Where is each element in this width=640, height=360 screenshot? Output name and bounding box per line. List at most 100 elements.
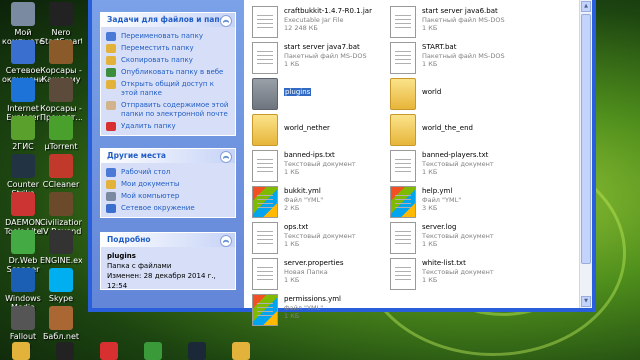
file-item[interactable]: permissions.yml Файл "YML" 1 КБ — [252, 292, 402, 328]
file-name: world — [422, 88, 442, 96]
desktop-shortcut[interactable]: ENGINE.exe — [40, 230, 82, 265]
task-link[interactable]: Переместить папку — [101, 42, 235, 54]
file-item[interactable]: server.log Текстовый документ 1 КБ — [390, 220, 540, 256]
task-label: Удалить папку — [121, 122, 176, 130]
file-type: Новая Папка — [284, 268, 328, 276]
file-tasks-header[interactable]: Задачи для файлов и папок ︽ — [101, 13, 235, 27]
shortcut-icon — [49, 192, 73, 216]
task-link[interactable]: Переименовать папку — [101, 30, 235, 42]
scroll-thumb[interactable] — [581, 14, 591, 264]
task-link[interactable]: Мои документы — [101, 178, 235, 190]
shortcut-icon — [49, 268, 73, 292]
file-size: 1 КБ — [422, 276, 438, 284]
chrome-icon[interactable] — [144, 342, 162, 360]
shortcut-icon — [11, 268, 35, 292]
task-link[interactable]: Рабочий стол — [101, 166, 235, 178]
shortcut-label: ENGINE.exe — [40, 256, 82, 265]
shortcut-icon — [11, 192, 35, 216]
documents-icon — [106, 180, 116, 189]
file-type: Текстовый документ — [422, 160, 494, 168]
folder-icon — [390, 114, 416, 146]
shortcut-icon — [11, 2, 35, 26]
desktop-shortcut[interactable]: Skype — [40, 268, 82, 303]
other-places-title: Другие места — [107, 151, 166, 160]
shortcut-icon — [49, 78, 73, 102]
file-item[interactable]: START.bat Пакетный файл MS-DOS 1 КБ — [390, 40, 540, 76]
desktop-shortcut[interactable]: 2ГИС — [2, 116, 44, 151]
other-places-header[interactable]: Другие места ︽ — [101, 149, 235, 163]
task-label: Переместить папку — [121, 44, 194, 52]
task-label: Скопировать папку — [121, 56, 193, 64]
desktop-shortcut[interactable]: Бабл.net — [40, 306, 82, 341]
details-title: Подробно — [107, 235, 151, 244]
other-places-panel: Другие места ︽ Рабочий стол Мои документы… — [100, 148, 236, 218]
desktop-shortcut[interactable]: CCleaner — [40, 154, 82, 189]
task-link[interactable]: Отправить содержимое этой папки по элект… — [101, 99, 235, 120]
file-item[interactable]: white-list.txt Текстовый документ 1 КБ — [390, 256, 540, 292]
file-name: permissions.yml — [284, 295, 342, 303]
text-file-icon — [252, 150, 278, 182]
file-type: Текстовый документ — [422, 232, 494, 240]
task-link[interactable]: Сетевое окружение — [101, 202, 235, 214]
quick-launch-bar — [0, 340, 640, 360]
vertical-scrollbar[interactable]: ▲ ▼ — [579, 0, 592, 308]
desktop-shortcut[interactable]: µTorrent — [40, 116, 82, 151]
3k-icon[interactable] — [56, 342, 74, 360]
collapse-chevron-icon[interactable]: ︽ — [220, 151, 232, 163]
task-link[interactable]: Удалить папку — [101, 120, 235, 132]
file-name: bukkit.yml — [284, 187, 321, 195]
move-icon — [106, 44, 116, 53]
task-link[interactable]: Опубликовать папку в вебе — [101, 66, 235, 78]
file-name: ops.txt — [284, 223, 309, 231]
shortcut-icon — [11, 40, 35, 64]
file-item[interactable]: world_nether — [252, 112, 402, 148]
file-item[interactable]: help.yml Файл "YML" 3 КБ — [390, 184, 540, 220]
collapse-chevron-icon[interactable]: ︽ — [220, 235, 232, 247]
file-name: white-list.txt — [422, 259, 466, 267]
file-item[interactable]: craftbukkit-1.4.7-R0.1.jar Executable Jar… — [252, 4, 402, 40]
file-type: Файл "YML" — [284, 304, 324, 312]
file-item[interactable]: start server java7.bat Пакетный файл MS-D… — [252, 40, 402, 76]
file-name: start server java7.bat — [284, 43, 360, 51]
jar-icon — [252, 6, 278, 38]
task-label: Сетевое окружение — [121, 204, 195, 212]
file-item[interactable]: bukkit.yml Файл "YML" 2 КБ — [252, 184, 402, 220]
log-file-icon — [390, 222, 416, 254]
steam-icon[interactable] — [188, 342, 206, 360]
collapse-chevron-icon[interactable]: ︽ — [220, 15, 232, 27]
task-link[interactable]: Скопировать папку — [101, 54, 235, 66]
file-name: world_the_end — [422, 124, 473, 132]
web-publish-icon — [106, 68, 116, 77]
scroll-up-arrow-icon[interactable]: ▲ — [581, 1, 591, 12]
shortcut-icon — [11, 116, 35, 140]
file-name: banned-players.txt — [422, 151, 489, 159]
copy-icon — [106, 56, 116, 65]
file-list: ▲ ▼ craftbukkit-1.4.7-R0.1.jar Executable… — [244, 0, 592, 326]
file-item[interactable]: server.properties Новая Папка 1 КБ — [252, 256, 402, 292]
file-size: 1 КБ — [422, 60, 438, 68]
music-icon[interactable] — [232, 342, 250, 360]
folder-icon[interactable] — [12, 342, 30, 360]
file-item[interactable]: banned-players.txt Текстовый документ 1 КБ — [390, 148, 540, 184]
file-item[interactable]: start server java6.bat Пакетный файл MS-D… — [390, 4, 540, 40]
task-link[interactable]: Открыть общий доступ к этой папке — [101, 78, 235, 99]
file-size: 1 КБ — [284, 60, 300, 68]
file-name: help.yml — [422, 187, 453, 195]
file-item[interactable]: banned-ips.txt Текстовый документ 1 КБ — [252, 148, 402, 184]
file-item[interactable]: world — [390, 76, 540, 112]
file-item[interactable]: ops.txt Текстовый документ 1 КБ — [252, 220, 402, 256]
task-label: Отправить содержимое этой папки по элект… — [121, 101, 229, 118]
explorer-window: Задачи для файлов и папок ︽ Переименоват… — [88, 0, 596, 326]
share-icon — [106, 80, 116, 89]
file-item[interactable]: plugins — [252, 76, 402, 112]
shortcut-icon — [49, 40, 73, 64]
yandex-icon[interactable] — [100, 342, 118, 360]
details-header[interactable]: Подробно ︽ — [101, 233, 235, 247]
network-icon — [106, 204, 116, 213]
file-type: Текстовый документ — [284, 232, 356, 240]
file-type: Текстовый документ — [422, 268, 494, 276]
task-link[interactable]: Мой компьютер — [101, 190, 235, 202]
file-item[interactable]: world_the_end — [390, 112, 540, 148]
computer-icon — [106, 192, 116, 201]
scroll-down-arrow-icon[interactable]: ▼ — [581, 296, 591, 307]
